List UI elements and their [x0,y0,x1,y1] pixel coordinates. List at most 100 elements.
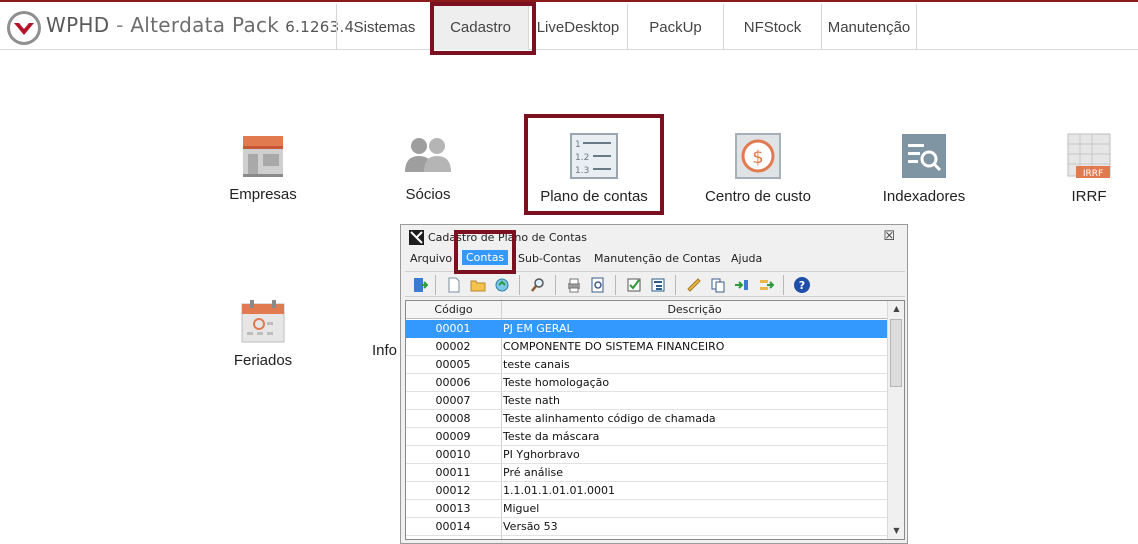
table-row[interactable]: 00010 PI Yghorbravo [406,446,887,464]
alterdata-logo-icon [7,11,41,45]
tile-socios[interactable]: Sócios [392,132,464,203]
menu-packup[interactable]: PackUp [627,4,723,50]
tile-centro-de-custo[interactable]: $ Centro de custo [700,132,816,205]
cell-codigo: 00010 [435,448,471,461]
cell-codigo: 00002 [435,340,471,353]
table-row[interactable]: 00008 Teste alinhamento código de chamada [406,410,887,428]
dialog-titlebar[interactable]: Cadastro de Plano de Contas ☒ [401,225,907,249]
svg-text:$: $ [752,147,763,168]
scroll-down-icon[interactable]: ▼ [888,523,904,539]
cell-descricao: teste canais [503,358,570,371]
check-list-icon[interactable] [623,274,645,296]
plano-de-contas-dialog: Cadastro de Plano de Contas ☒ Arquivo Co… [400,224,908,544]
scroll-thumb[interactable] [890,319,902,387]
table-row[interactable]: 00013 Miguel [406,500,887,518]
find-icon[interactable] [527,274,549,296]
svg-text:IRRF: IRRF [1083,169,1103,179]
open-folder-icon[interactable] [467,274,489,296]
menu-ajuda[interactable]: Ajuda [731,252,762,265]
menu-arquivo[interactable]: Arquivo [410,252,452,265]
tile-feriados[interactable]: Feriados [226,298,300,369]
menu-sistemas[interactable]: Sistemas [336,4,432,50]
top-bar: WPHD - Alterdata Pack 6.1263.4 Sistemas C… [0,0,1138,50]
menu-contas[interactable]: Contas [462,250,509,265]
vertical-scrollbar[interactable]: ▲ ▼ [887,301,904,539]
table-row[interactable]: 00007 Teste nath [406,392,887,410]
cell-descricao: PI Yghorbravo [503,448,580,461]
menu-manutencao[interactable]: Manutenção [821,4,917,50]
dollar-coin-icon: $ [735,133,781,179]
search-list-icon [902,134,946,178]
print-icon[interactable] [563,274,585,296]
svg-text:?: ? [799,279,805,292]
tile-label: Sócios [405,186,451,203]
cell-descricao: PJ EM GERAL [503,322,573,335]
cell-codigo: 00013 [435,502,471,515]
table-row[interactable]: 00011 Pré análise [406,464,887,482]
dialog-toolbar: ? [405,271,905,297]
cell-descricao: Miguel [503,502,540,515]
menu-sub-contas[interactable]: Sub-Contas [518,252,581,265]
refresh-icon[interactable] [491,274,513,296]
help-icon[interactable]: ? [791,274,813,296]
scroll-up-icon[interactable]: ▲ [888,301,904,317]
cell-descricao: COMPONENTE DO SISTEMA FINANCEIRO [503,340,725,353]
svg-text:1.3: 1.3 [575,166,589,176]
calendar-icon [241,300,285,343]
cell-descricao: Teste homologação [503,376,610,389]
cell-codigo: 00009 [435,430,471,443]
cell-descricao: Pré análise [503,466,564,479]
tile-plano-de-contas[interactable]: 1 1.2 1.3 Plano de contas [532,132,656,205]
menu-label: NFStock [743,18,802,36]
ruler-icon[interactable] [683,274,705,296]
cell-codigo: 00005 [435,358,471,371]
cell-descricao: Teste da máscara [503,430,600,443]
building-icon [243,136,283,177]
tree-list-icon[interactable] [647,274,669,296]
accounts-grid: Código Descrição 00001 PJ EM GERAL 00002 CO… [405,300,905,540]
app-icon [409,230,424,245]
new-document-icon[interactable] [443,274,465,296]
tile-label: Feriados [233,352,293,369]
close-icon[interactable]: ☒ [883,229,895,244]
numbered-list-icon: 1 1.2 1.3 [570,133,618,179]
copy-icon[interactable] [707,274,729,296]
menu-label: LiveDesktop [536,18,620,36]
tile-indexadores[interactable]: Indexadores [876,132,972,205]
cell-codigo: 00007 [435,394,471,407]
tile-irrf[interactable]: IRRF IRRF [1062,132,1116,205]
svg-text:1: 1 [575,140,581,150]
tile-label: Plano de contas [540,188,648,205]
move-icon[interactable] [755,274,777,296]
menu-manutencao-de-contas[interactable]: Manutenção de Contas [594,252,721,265]
column-header-codigo[interactable]: Código [406,303,501,316]
tile-empresas[interactable]: Empresas [222,132,304,203]
table-row[interactable]: 00012 1.1.01.1.01.01.0001 [406,482,887,500]
tile-label: IRRF [1071,188,1107,205]
dialog-menubar: Arquivo Contas Sub-Contas Manutenção de … [401,249,907,269]
print-preview-icon[interactable] [587,274,609,296]
menu-label: PackUp [649,18,702,36]
menu-nfstock[interactable]: NFStock [723,4,821,50]
table-row[interactable]: 00014 Versão 53 [406,518,887,536]
insert-sub-icon[interactable] [731,274,753,296]
svg-text:1.2: 1.2 [575,153,589,163]
cell-descricao: Versão 53 [503,520,558,533]
menu-livedesktop[interactable]: LiveDesktop [528,4,627,50]
exit-icon[interactable] [409,274,431,296]
table-row[interactable]: 00001 PJ EM GERAL [406,320,887,338]
cell-descricao: 1.1.01.1.01.01.0001 [503,484,615,497]
dialog-title: Cadastro de Plano de Contas [428,231,587,244]
table-row[interactable]: 00002 COMPONENTE DO SISTEMA FINANCEIRO [406,338,887,356]
table-row[interactable]: 00005 teste canais [406,356,887,374]
tile-label: Centro de custo [705,188,811,205]
menu-cadastro[interactable]: Cadastro [432,4,528,50]
cell-codigo: 00006 [435,376,471,389]
menu-label: Sistemas [353,18,416,36]
cell-codigo: 00011 [435,466,471,479]
table-row[interactable]: 00006 Teste homologação [406,374,887,392]
table-row[interactable]: 00009 Teste da máscara [406,428,887,446]
cell-codigo: 00014 [435,520,471,533]
partners-icon [405,138,451,172]
column-header-descricao[interactable]: Descrição [502,303,887,316]
